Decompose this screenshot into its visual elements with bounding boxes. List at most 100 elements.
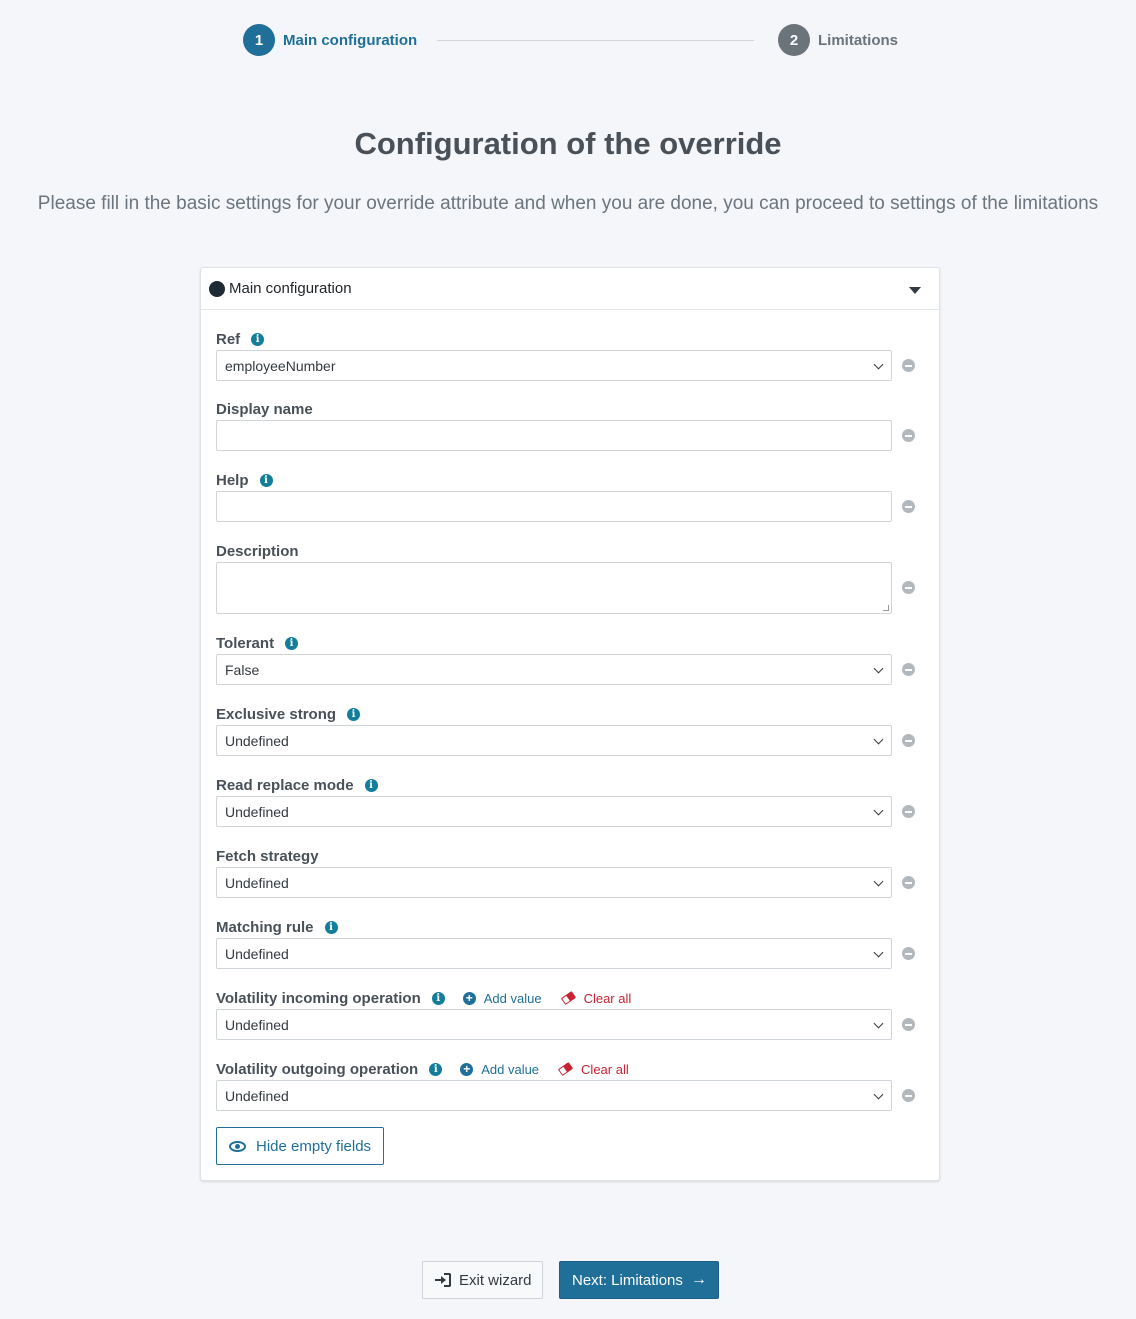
info-icon[interactable]: i (431, 991, 445, 1005)
step-label: Limitations (818, 31, 899, 49)
next-limitations-button[interactable]: Next: Limitations → (559, 1261, 719, 1299)
field-label: Tolerant (216, 634, 275, 652)
field-label: Volatility outgoing operation (216, 1060, 419, 1078)
add-value-label: Add value (483, 990, 542, 1006)
remove-icon[interactable] (902, 1089, 915, 1102)
chevron-down-icon (873, 359, 884, 370)
field-volatility-outgoing: Volatility outgoing operation i + Add va… (216, 1058, 926, 1111)
step-number: 1 (243, 24, 275, 56)
add-value-button[interactable]: + Add value (462, 990, 542, 1006)
step-label: Main configuration (283, 31, 418, 49)
chevron-down-icon (873, 734, 884, 745)
tolerant-select[interactable]: False (216, 654, 892, 685)
step-number: 2 (778, 24, 810, 56)
eraser-icon (557, 1061, 574, 1077)
field-fetch-strategy: Fetch strategy Undefined (216, 845, 926, 898)
add-value-label: Add value (481, 1061, 540, 1077)
exit-label: Exit wizard (459, 1271, 532, 1289)
field-display-name: Display name (216, 398, 926, 451)
add-value-button[interactable]: + Add value (460, 1062, 539, 1077)
select-value: employeeNumber (225, 357, 336, 374)
info-icon[interactable]: i (429, 1062, 443, 1076)
hide-empty-fields-button[interactable]: Hide empty fields (216, 1127, 384, 1165)
clear-all-button[interactable]: Clear all (560, 990, 632, 1006)
field-label: Exclusive strong (216, 705, 337, 723)
chevron-down-icon (873, 1089, 884, 1100)
select-value: False (225, 661, 260, 678)
remove-icon[interactable] (902, 734, 915, 747)
remove-icon[interactable] (902, 500, 915, 513)
select-value: Undefined (225, 732, 289, 749)
remove-icon[interactable] (902, 663, 915, 676)
page-title: Configuration of the override (354, 126, 782, 161)
info-icon[interactable]: i (285, 636, 299, 650)
collapse-caret-icon[interactable] (909, 287, 921, 294)
info-icon[interactable]: i (259, 473, 273, 487)
remove-icon[interactable] (902, 1018, 915, 1031)
chevron-down-icon (873, 947, 884, 958)
read-replace-mode-select[interactable]: Undefined (216, 796, 892, 827)
field-label: Description (216, 542, 299, 560)
eye-icon (229, 1140, 246, 1152)
clear-all-button[interactable]: Clear all (557, 1061, 629, 1077)
step-limitations[interactable]: 2 Limitations (778, 24, 898, 56)
next-label: Next: Limitations (572, 1271, 683, 1289)
field-read-replace-mode: Read replace mode i Undefined (216, 774, 926, 827)
panel-header[interactable]: Main configuration (201, 268, 939, 310)
exclusive-strong-select[interactable]: Undefined (216, 725, 892, 756)
volatility-outgoing-select[interactable]: Undefined (216, 1080, 892, 1111)
main-configuration-panel: Main configuration Ref i employeeNumber … (200, 267, 940, 1181)
chevron-down-icon (873, 876, 884, 887)
remove-icon[interactable] (902, 581, 915, 594)
field-help: Help i (216, 469, 926, 522)
field-label: Matching rule (216, 918, 314, 936)
page-subtitle: Please fill in the basic settings for yo… (37, 193, 1099, 214)
clear-all-label: Clear all (583, 990, 632, 1006)
help-input[interactable] (216, 491, 892, 522)
select-value: Undefined (225, 1016, 289, 1033)
field-matching-rule: Matching rule i Undefined (216, 916, 926, 969)
panel-title: Main configuration (229, 280, 352, 297)
plus-circle-icon: + (462, 991, 476, 1005)
resize-handle-icon[interactable] (883, 605, 889, 611)
step-main-configuration[interactable]: 1 Main configuration (243, 24, 417, 56)
status-dot-icon (209, 280, 225, 297)
remove-icon[interactable] (902, 359, 915, 372)
display-name-input[interactable] (216, 420, 892, 451)
field-exclusive-strong: Exclusive strong i Undefined (216, 703, 926, 756)
plus-circle-icon: + (460, 1062, 474, 1076)
wizard-stepper: 1 Main configuration 2 Limitations (243, 24, 903, 56)
fetch-strategy-select[interactable]: Undefined (216, 867, 892, 898)
info-icon[interactable]: i (251, 332, 265, 346)
remove-icon[interactable] (902, 805, 915, 818)
select-value: Undefined (225, 945, 289, 962)
arrow-right-icon: → (690, 1271, 707, 1288)
ref-select[interactable]: employeeNumber (216, 350, 892, 381)
chevron-down-icon (873, 805, 884, 816)
exit-wizard-button[interactable]: Exit wizard (422, 1261, 543, 1299)
field-label: Help (216, 471, 249, 489)
info-icon[interactable]: i (324, 920, 338, 934)
chevron-down-icon (873, 1018, 884, 1029)
field-volatility-incoming: Volatility incoming operation i + Add va… (216, 987, 926, 1040)
description-textarea[interactable] (216, 562, 892, 614)
chevron-down-icon (873, 663, 884, 674)
eraser-icon (560, 990, 576, 1006)
info-icon[interactable]: i (347, 707, 361, 721)
remove-icon[interactable] (902, 947, 915, 960)
hide-empty-label: Hide empty fields (256, 1137, 372, 1155)
field-label: Display name (216, 400, 313, 418)
select-value: Undefined (225, 803, 289, 820)
field-label: Ref (216, 330, 241, 348)
volatility-incoming-select[interactable]: Undefined (216, 1009, 892, 1040)
info-icon[interactable]: i (364, 778, 378, 792)
step-connector (437, 40, 754, 41)
remove-icon[interactable] (902, 429, 915, 442)
select-value: Undefined (225, 874, 289, 891)
field-tolerant: Tolerant i False (216, 632, 926, 685)
field-description: Description (216, 540, 926, 614)
field-label: Read replace mode (216, 776, 354, 794)
matching-rule-select[interactable]: Undefined (216, 938, 892, 969)
remove-icon[interactable] (902, 876, 915, 889)
field-label: Volatility incoming operation (216, 989, 421, 1007)
